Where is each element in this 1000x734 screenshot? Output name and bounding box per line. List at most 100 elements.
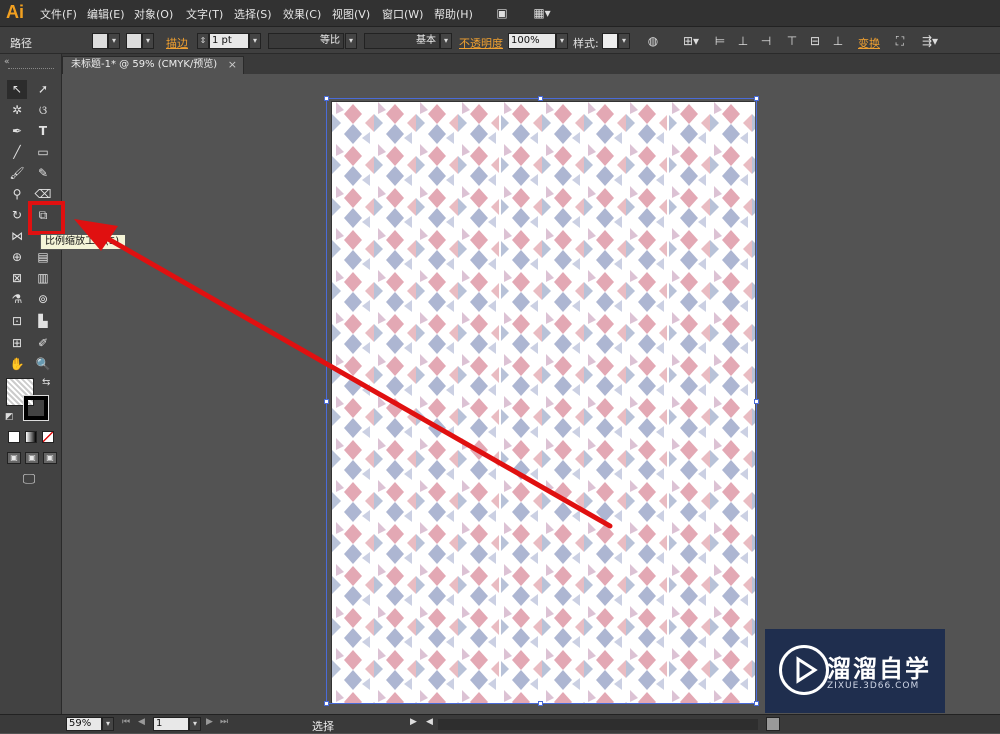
opacity-dropdown[interactable]: ▾ <box>556 33 568 49</box>
menu-type[interactable]: 文字(T) <box>186 6 223 22</box>
fill-dropdown[interactable]: ▾ <box>108 33 120 49</box>
hand-tool-icon[interactable]: ✋ <box>7 355 27 374</box>
shape-builder-tool-icon[interactable]: ⊕ <box>7 248 27 267</box>
align-bottom-icon[interactable]: ⊥ <box>830 33 846 49</box>
resize-handle-top-left[interactable] <box>324 96 329 101</box>
stroke-label[interactable]: 描边 <box>166 35 188 51</box>
menu-object[interactable]: 对象(O) <box>134 6 173 22</box>
isolate-icon[interactable]: ⛶ <box>892 33 908 49</box>
resize-handle-bottom-left[interactable] <box>324 701 329 706</box>
resize-handle-right[interactable] <box>754 399 759 404</box>
artboard-number-field[interactable]: 1 <box>153 717 189 731</box>
fill-swatch[interactable] <box>92 33 108 49</box>
panel-grip[interactable] <box>8 68 54 71</box>
document-tab[interactable]: 未标题-1* @ 59% (CMYK/预览) × <box>62 56 244 74</box>
collapse-panel-icon[interactable]: « <box>4 57 10 67</box>
panel-menu-icon[interactable]: ⇶▾ <box>918 33 942 49</box>
align-middle-icon[interactable]: ⊟ <box>807 33 823 49</box>
magic-wand-tool-icon[interactable]: ✲ <box>7 101 27 120</box>
arrange-documents-icon[interactable]: ▦▾ <box>530 5 554 21</box>
menu-file[interactable]: 文件(F) <box>40 6 77 22</box>
style-dropdown[interactable]: ▾ <box>618 33 630 49</box>
draw-normal-icon[interactable]: ▣ <box>7 452 21 464</box>
transform-label[interactable]: 变换 <box>858 35 880 51</box>
control-bar: 路径 ▾ ▾ 描边 ⇕ 1 pt ▾ 等比 ▾ 基本 ▾ 不透明度 100% ▾… <box>0 27 1000 68</box>
recolor-artwork-icon[interactable]: ◍ <box>645 33 661 49</box>
draw-behind-icon[interactable]: ▣ <box>25 452 39 464</box>
menu-window[interactable]: 窗口(W) <box>382 6 423 22</box>
default-colors-icon[interactable]: ◩ <box>5 412 14 422</box>
paintbrush-tool-icon[interactable]: 🖌 <box>7 164 27 183</box>
perspective-grid-tool-icon[interactable]: ▤ <box>33 248 53 267</box>
resize-handle-top[interactable] <box>538 96 543 101</box>
brush-dropdown[interactable]: ▾ <box>440 33 452 49</box>
width-tool-icon[interactable]: ⋈ <box>7 227 27 246</box>
column-graph-tool-icon[interactable]: ▙ <box>33 312 53 331</box>
type-tool-icon[interactable]: T <box>33 122 53 141</box>
pen-tool-icon[interactable]: ✒ <box>7 122 27 141</box>
swap-colors-icon[interactable]: ⇆ <box>42 377 50 388</box>
lasso-tool-icon[interactable]: ଓ <box>33 101 53 120</box>
stroke-weight-field[interactable]: 1 pt <box>209 33 249 49</box>
stroke-color-box[interactable] <box>23 395 49 421</box>
artboard-dropdown[interactable]: ▾ <box>189 717 201 731</box>
menu-edit[interactable]: 编辑(E) <box>87 6 125 22</box>
menu-view[interactable]: 视图(V) <box>332 6 370 22</box>
menu-help[interactable]: 帮助(H) <box>434 6 473 22</box>
selection-tool-icon[interactable]: ↖ <box>7 80 27 99</box>
symbol-sprayer-tool-icon[interactable]: ⊡ <box>7 312 27 331</box>
rectangle-tool-icon[interactable]: ▭ <box>33 143 53 162</box>
color-mode-icon[interactable] <box>8 431 20 443</box>
eyedropper-tool-icon[interactable]: ⚗ <box>7 290 27 309</box>
stroke-weight-dropdown[interactable]: ▾ <box>249 33 261 49</box>
resize-handle-top-right[interactable] <box>754 96 759 101</box>
line-tool-icon[interactable]: ╱ <box>7 143 27 162</box>
scrollbar-thumb[interactable] <box>766 717 780 731</box>
menu-select[interactable]: 选择(S) <box>234 6 272 22</box>
stroke-weight-stepper[interactable]: ⇕ <box>197 33 209 49</box>
blend-tool-icon[interactable]: ⊚ <box>33 290 53 309</box>
scroll-left-icon[interactable]: ◀ <box>426 717 433 727</box>
gradient-mode-icon[interactable] <box>25 431 37 443</box>
align-right-icon[interactable]: ⊣ <box>758 33 774 49</box>
rotate-tool-icon[interactable]: ↻ <box>7 206 27 225</box>
align-left-icon[interactable]: ⊨ <box>712 33 728 49</box>
profile-dropdown[interactable]: ▾ <box>345 33 357 49</box>
none-mode-icon[interactable] <box>42 431 54 443</box>
status-menu-icon[interactable]: ▶ <box>410 717 417 727</box>
first-artboard-icon[interactable]: ⏮ <box>122 717 130 727</box>
pencil-tool-icon[interactable]: ✎ <box>33 164 53 183</box>
align-to-icon[interactable]: ⊞▾ <box>680 33 702 49</box>
bridge-icon[interactable]: ▣ <box>494 5 510 21</box>
zoom-field[interactable]: 59% <box>66 717 102 731</box>
slice-tool-icon[interactable]: ✐ <box>33 334 53 353</box>
artboard-tool-icon[interactable]: ⊞ <box>7 334 27 353</box>
menu-effect[interactable]: 效果(C) <box>283 6 321 22</box>
gradient-tool-icon[interactable]: ▥ <box>33 269 53 288</box>
blob-brush-tool-icon[interactable]: ⚲ <box>7 185 27 204</box>
direct-selection-tool-icon[interactable]: ➚ <box>33 80 53 99</box>
resize-handle-bottom[interactable] <box>538 701 543 706</box>
stroke-swatch[interactable] <box>126 33 142 49</box>
opacity-field[interactable]: 100% <box>508 33 556 49</box>
brush-definition[interactable]: 基本 <box>364 33 440 49</box>
opacity-label[interactable]: 不透明度 <box>459 35 503 51</box>
draw-inside-icon[interactable]: ▣ <box>43 452 57 464</box>
screen-mode-icon[interactable]: 🖵 <box>18 472 40 488</box>
close-icon[interactable]: × <box>228 57 237 73</box>
stroke-dropdown[interactable]: ▾ <box>142 33 154 49</box>
zoom-dropdown[interactable]: ▾ <box>102 717 114 731</box>
previous-artboard-icon[interactable]: ◀ <box>138 717 145 727</box>
align-top-icon[interactable]: ⊤ <box>784 33 800 49</box>
variable-width-profile[interactable]: 等比 <box>268 33 344 49</box>
mesh-tool-icon[interactable]: ⊠ <box>7 269 27 288</box>
align-center-icon[interactable]: ⊥ <box>735 33 751 49</box>
resize-handle-bottom-right[interactable] <box>754 701 759 706</box>
style-swatch[interactable] <box>602 33 618 49</box>
last-artboard-icon[interactable]: ⏭ <box>220 717 228 727</box>
horizontal-scrollbar[interactable] <box>438 719 758 730</box>
next-artboard-icon[interactable]: ▶ <box>206 717 213 727</box>
resize-handle-left[interactable] <box>324 399 329 404</box>
selection-bounding-box[interactable] <box>324 96 759 706</box>
zoom-tool-icon[interactable]: 🔍 <box>33 355 53 374</box>
